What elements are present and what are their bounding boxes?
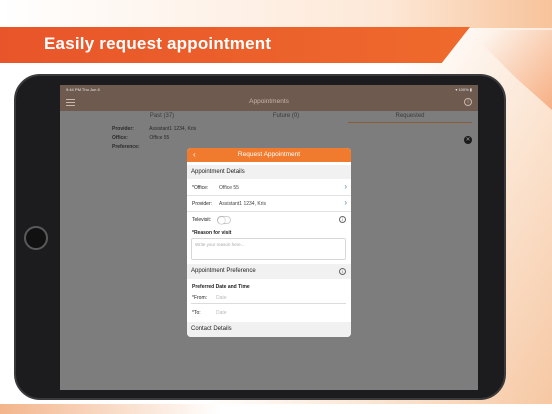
modal-header: ‹ Request Appointment xyxy=(187,148,351,162)
tab-past[interactable]: Past (37) xyxy=(100,111,224,123)
record-provider-label: Provider: xyxy=(112,126,134,132)
record-office-value: Office 55 xyxy=(149,135,170,141)
status-time: 9:44 PM Thu Jun 8 xyxy=(66,87,100,92)
televisit-row: Televisit: i xyxy=(187,212,351,228)
record-preference-label: Preference: xyxy=(112,144,140,150)
status-bar: 9:44 PM Thu Jun 8 ▾ 100% ▮ xyxy=(60,85,478,94)
tab-future[interactable]: Future (0) xyxy=(224,111,348,123)
divider xyxy=(191,303,346,304)
status-battery: ▾ 100% ▮ xyxy=(455,87,472,92)
reason-textarea[interactable]: Write your reason here... xyxy=(191,238,346,260)
appointment-preference-header: Appointment Preference i xyxy=(187,264,351,279)
from-date-field[interactable]: Date xyxy=(216,295,227,301)
televisit-label: Televisit: xyxy=(192,217,212,223)
provider-row[interactable]: Provider: Assistant1 1234, Kris › xyxy=(187,196,351,212)
reason-label: *Reason for visit xyxy=(192,230,232,236)
record-preference-row: Preference: xyxy=(112,144,148,150)
record-office-label: Office: xyxy=(112,135,128,141)
cancel-request-icon[interactable]: ✕ xyxy=(464,136,472,144)
office-row[interactable]: *Office: Office 55 › xyxy=(187,180,351,196)
request-appointment-modal: ‹ Request Appointment Appointment Detail… xyxy=(187,148,351,337)
chevron-right-icon: › xyxy=(344,198,347,207)
modal-title: Request Appointment xyxy=(237,151,301,158)
nav-bar: Appointments i xyxy=(60,94,478,111)
televisit-toggle[interactable] xyxy=(217,216,231,224)
appointment-tabs: Past (37) Future (0) Requested xyxy=(100,111,472,123)
office-value: Office 55 xyxy=(219,185,239,191)
contact-details-header: Contact Details xyxy=(187,322,351,337)
app-screen: 9:44 PM Thu Jun 8 ▾ 100% ▮ Appointments … xyxy=(60,85,478,390)
info-icon[interactable]: i xyxy=(339,216,346,223)
record-office-row: Office: Office 55 xyxy=(112,135,169,141)
toggle-knob xyxy=(218,217,225,224)
from-label: *From: xyxy=(192,295,207,301)
home-button[interactable] xyxy=(24,226,48,250)
appointment-details-header: Appointment Details xyxy=(187,165,351,179)
tab-requested[interactable]: Requested xyxy=(348,111,472,123)
chevron-right-icon: › xyxy=(344,182,347,191)
appointment-preference-title: Appointment Preference xyxy=(191,268,256,274)
to-label: *To: xyxy=(192,310,201,316)
record-provider-value: Assistant1 1234, Kris xyxy=(149,126,197,132)
provider-label: Provider: xyxy=(192,201,213,207)
background-top xyxy=(0,0,552,28)
info-icon[interactable]: i xyxy=(339,268,346,275)
to-date-field[interactable]: Date xyxy=(216,310,227,316)
record-provider-row: Provider: Assistant1 1234, Kris xyxy=(112,126,196,132)
banner-title: Easily request appointment xyxy=(44,34,272,53)
preferred-date-label: Preferred Date and Time xyxy=(192,284,250,290)
bottom-decoration xyxy=(0,404,552,414)
nav-title: Appointments xyxy=(249,98,289,105)
info-icon[interactable]: i xyxy=(464,98,472,106)
office-label: *Office: xyxy=(192,185,209,191)
back-chevron-icon[interactable]: ‹ xyxy=(193,148,196,162)
provider-value: Assistant1 1234, Kris xyxy=(219,201,266,207)
